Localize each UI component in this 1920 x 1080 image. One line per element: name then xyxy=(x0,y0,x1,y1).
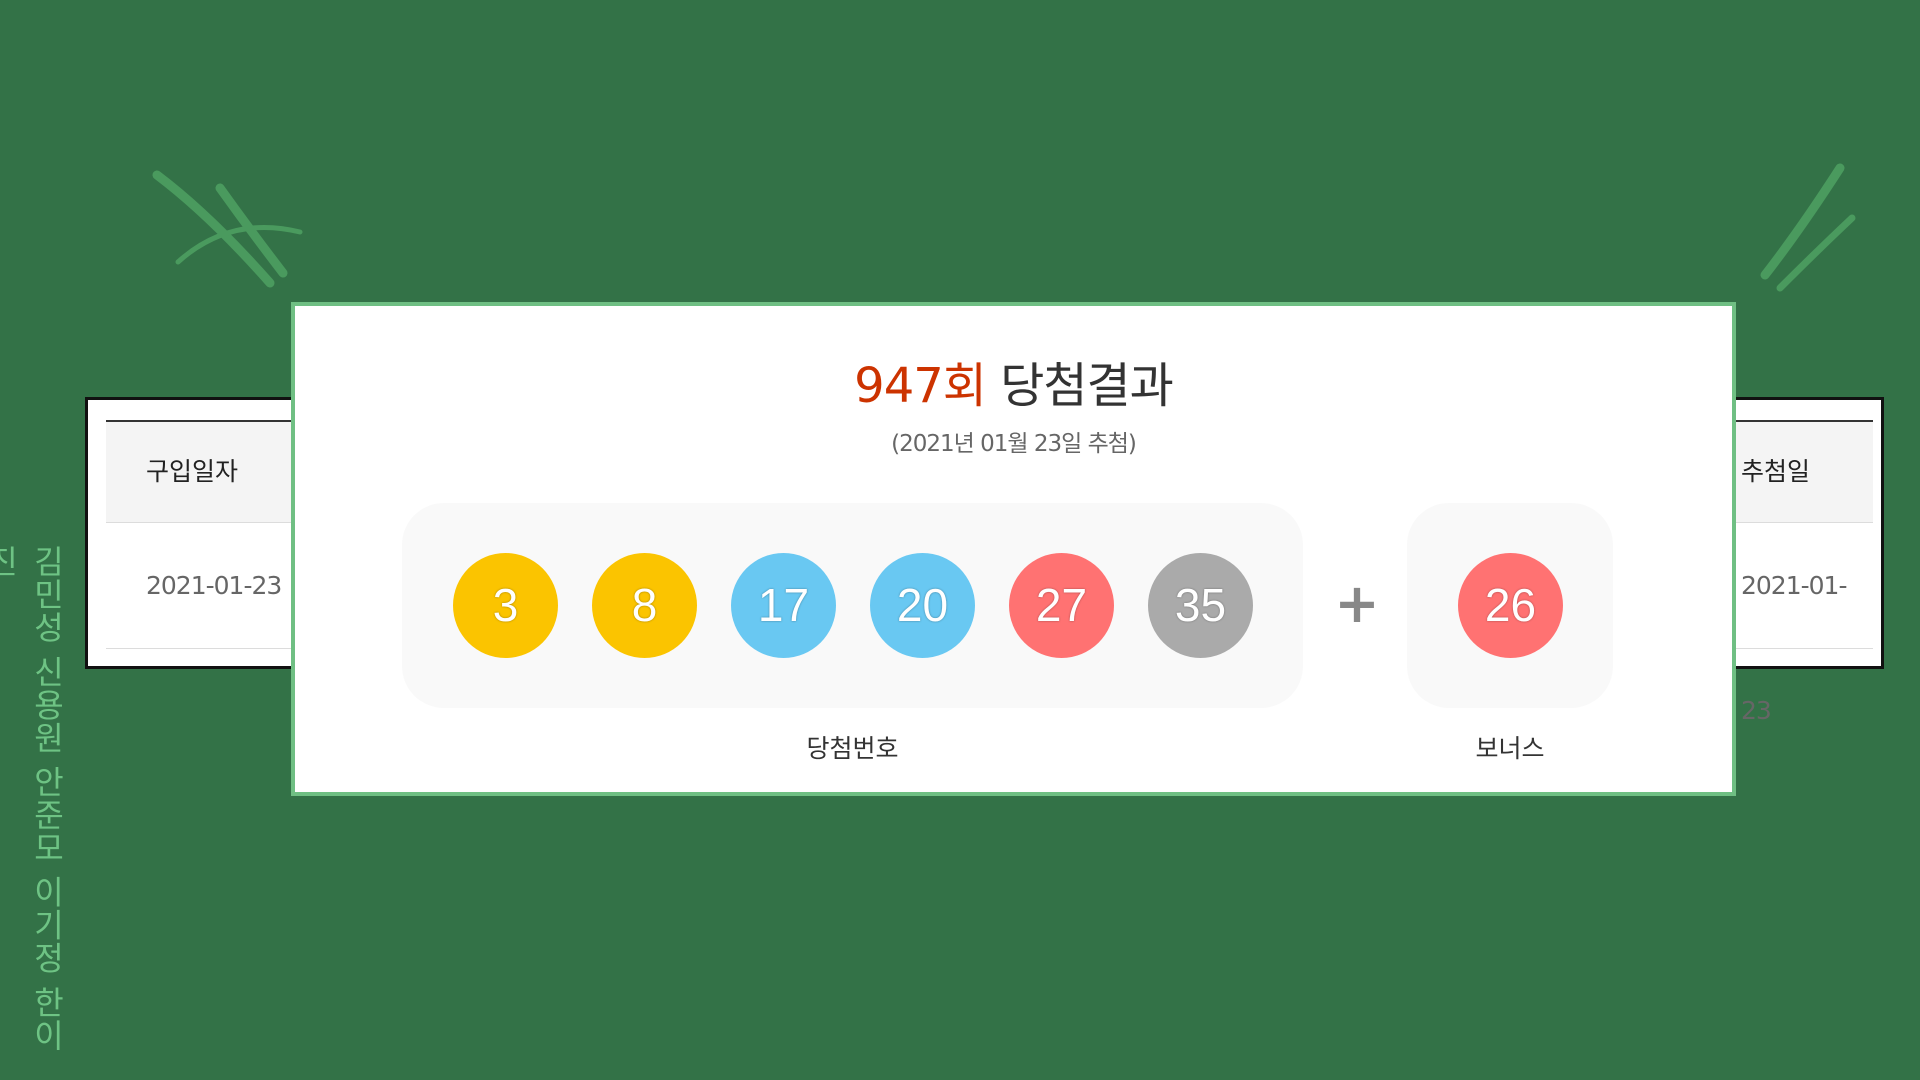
draw-date: (2021년 01월 23일 추첨) xyxy=(891,431,1137,457)
winning-ball: 20 xyxy=(870,553,975,658)
winning-numbers-box: 3 8 17 20 27 35 xyxy=(402,503,1303,708)
draw-date-cell: 2021-01-23 xyxy=(1741,571,1847,725)
draw-date-header: 추첨일 xyxy=(1741,457,1811,486)
bonus-number-box: 26 xyxy=(1407,503,1613,708)
round-number: 947회 xyxy=(854,358,987,414)
bonus-ball: 26 xyxy=(1458,553,1563,658)
plus-icon: + xyxy=(1334,572,1380,635)
winning-ball: 8 xyxy=(592,553,697,658)
result-title-suffix: 당첨결과 xyxy=(1000,358,1174,414)
bonus-label: 보너스 xyxy=(1475,734,1545,763)
lotto-result-card: 947회 당첨결과 (2021년 01월 23일 추첨) 3 8 17 20 2… xyxy=(291,302,1736,796)
winning-ball: 27 xyxy=(1009,553,1114,658)
purchase-date-cell: 2021-01-23 xyxy=(146,571,282,600)
winning-ball: 17 xyxy=(731,553,836,658)
winning-numbers-label: 당첨번호 xyxy=(806,734,899,763)
purchase-date-header: 구입일자 xyxy=(146,457,239,486)
winning-ball: 35 xyxy=(1148,553,1253,658)
team-member-names: 김민성 신용원 안준모 이기정 한이진 xyxy=(0,545,66,1052)
result-title: 947회 당첨결과 xyxy=(295,346,1732,416)
winning-ball: 3 xyxy=(453,553,558,658)
